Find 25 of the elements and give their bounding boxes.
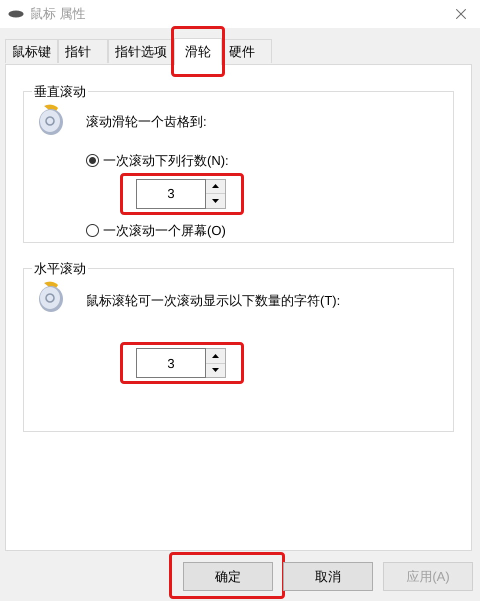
window-title: 鼠标 属性	[30, 5, 86, 24]
tab[interactable]: 硬件	[222, 39, 272, 64]
prompt-text: 鼠标滚轮可一次滚动显示以下数量的字符(T):	[86, 292, 340, 310]
radio-button[interactable]	[86, 224, 99, 237]
up-triangle-icon	[212, 184, 219, 188]
mouse-icon	[8, 10, 24, 18]
dialog-button[interactable]: 取消	[283, 562, 373, 591]
tab[interactable]: 指针选项	[108, 39, 174, 64]
down-triangle-icon	[212, 198, 219, 203]
mouse-wheel-icon	[36, 102, 66, 136]
tab[interactable]: 鼠标键	[5, 39, 58, 64]
group-title: 垂直滚动	[33, 83, 87, 101]
down-triangle-icon	[212, 368, 219, 372]
tab[interactable]: 指针	[58, 39, 108, 64]
radio-button[interactable]	[86, 154, 99, 168]
number-field[interactable]: 3	[136, 348, 206, 378]
mouse-wheel-icon	[36, 278, 66, 312]
group-title: 水平滚动	[33, 260, 87, 278]
up-triangle-icon	[212, 354, 219, 358]
dialog-button[interactable]: 确定	[183, 562, 273, 591]
radio-label[interactable]: 一次滚动一个屏幕(O)	[103, 220, 226, 240]
number-field[interactable]: 3	[136, 178, 206, 208]
prompt-text: 滚动滑轮一个齿格到:	[86, 112, 208, 130]
tab[interactable]: 滑轮	[174, 38, 222, 65]
radio-label[interactable]: 一次滚动下列行数(N):	[103, 151, 229, 170]
